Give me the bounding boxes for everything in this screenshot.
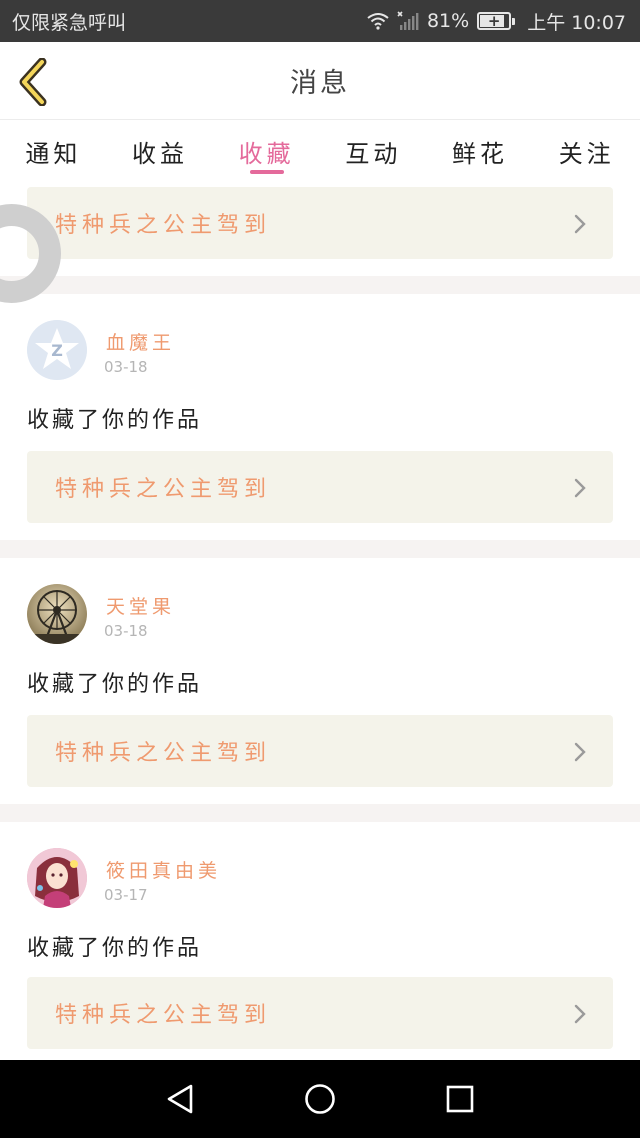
list-item: 特种兵之公主驾到 xyxy=(0,182,640,276)
list-item: 天堂果 03-18 收藏了你的作品 特种兵之公主驾到 xyxy=(0,558,640,804)
square-recents-icon xyxy=(446,1085,474,1113)
avatar[interactable] xyxy=(27,584,87,644)
signal-icon xyxy=(397,11,419,30)
message-text: 收藏了你的作品 xyxy=(27,936,203,961)
back-button[interactable] xyxy=(14,57,54,107)
battery-percent: 81% xyxy=(426,10,470,32)
work-link[interactable]: 特种兵之公主驾到 xyxy=(27,187,613,259)
work-title: 特种兵之公主驾到 xyxy=(55,213,272,238)
chevron-right-icon xyxy=(574,214,586,234)
username[interactable]: 筱田真由美 xyxy=(106,856,221,883)
page-title: 消息 xyxy=(290,68,350,99)
tab-bar: 通知 收益 收藏 互动 鲜花 关注 xyxy=(0,120,640,182)
message-date: 03-17 xyxy=(104,886,148,904)
clock: 上午 10:07 xyxy=(527,11,626,34)
message-text: 收藏了你的作品 xyxy=(27,672,203,697)
qq-avatar-image: Z xyxy=(27,320,87,380)
tab-interactions[interactable]: 互动 xyxy=(320,120,427,182)
tab-notifications[interactable]: 通知 xyxy=(0,120,107,182)
svg-text:Z: Z xyxy=(51,341,63,360)
work-link[interactable]: 特种兵之公主驾到 xyxy=(27,715,613,787)
ferris-wheel-avatar-image xyxy=(27,584,87,644)
wifi-icon xyxy=(367,13,389,30)
work-title: 特种兵之公主驾到 xyxy=(55,741,272,766)
message-text: 收藏了你的作品 xyxy=(27,408,203,433)
nav-back-button[interactable] xyxy=(160,1079,200,1119)
navigation-bar xyxy=(0,1060,640,1138)
chevron-right-icon xyxy=(574,478,586,498)
battery-icon: + xyxy=(477,12,516,30)
message-date: 03-18 xyxy=(104,622,148,640)
triangle-back-icon xyxy=(167,1084,193,1114)
username[interactable]: 血魔王 xyxy=(106,328,175,355)
screen: 仅限紧急呼叫 81% + 上午 10:07 消息 通知 收益 收藏 互动 鲜花 … xyxy=(0,0,640,1138)
avatar[interactable] xyxy=(27,848,87,908)
tab-flowers[interactable]: 鲜花 xyxy=(427,120,534,182)
work-title: 特种兵之公主驾到 xyxy=(55,477,272,502)
avatar[interactable]: Z xyxy=(27,320,87,380)
anime-girl-avatar-image xyxy=(27,848,87,908)
work-title: 特种兵之公主驾到 xyxy=(55,1003,272,1028)
work-link[interactable]: 特种兵之公主驾到 xyxy=(27,451,613,523)
tab-favorites[interactable]: 收藏 xyxy=(213,120,320,182)
status-icons: 81% + 上午 10:07 xyxy=(367,8,626,35)
nav-recents-button[interactable] xyxy=(440,1079,480,1119)
list-item: Z 血魔王 03-18 收藏了你的作品 特种兵之公主驾到 xyxy=(0,294,640,540)
carrier-text: 仅限紧急呼叫 xyxy=(12,11,127,34)
chevron-right-icon xyxy=(574,1004,586,1024)
tab-earnings[interactable]: 收益 xyxy=(107,120,214,182)
work-link[interactable]: 特种兵之公主驾到 xyxy=(27,977,613,1049)
message-date: 03-18 xyxy=(104,358,148,376)
circle-home-icon xyxy=(305,1084,335,1114)
chevron-left-icon xyxy=(19,57,47,107)
list-item: 筱田真由美 03-17 收藏了你的作品 特种兵之公主驾到 xyxy=(0,822,640,1060)
nav-home-button[interactable] xyxy=(300,1079,340,1119)
username[interactable]: 天堂果 xyxy=(106,592,175,619)
tab-following[interactable]: 关注 xyxy=(533,120,640,182)
header: 消息 xyxy=(0,42,640,120)
chevron-right-icon xyxy=(574,742,586,762)
status-bar: 仅限紧急呼叫 81% + 上午 10:07 xyxy=(0,0,640,42)
